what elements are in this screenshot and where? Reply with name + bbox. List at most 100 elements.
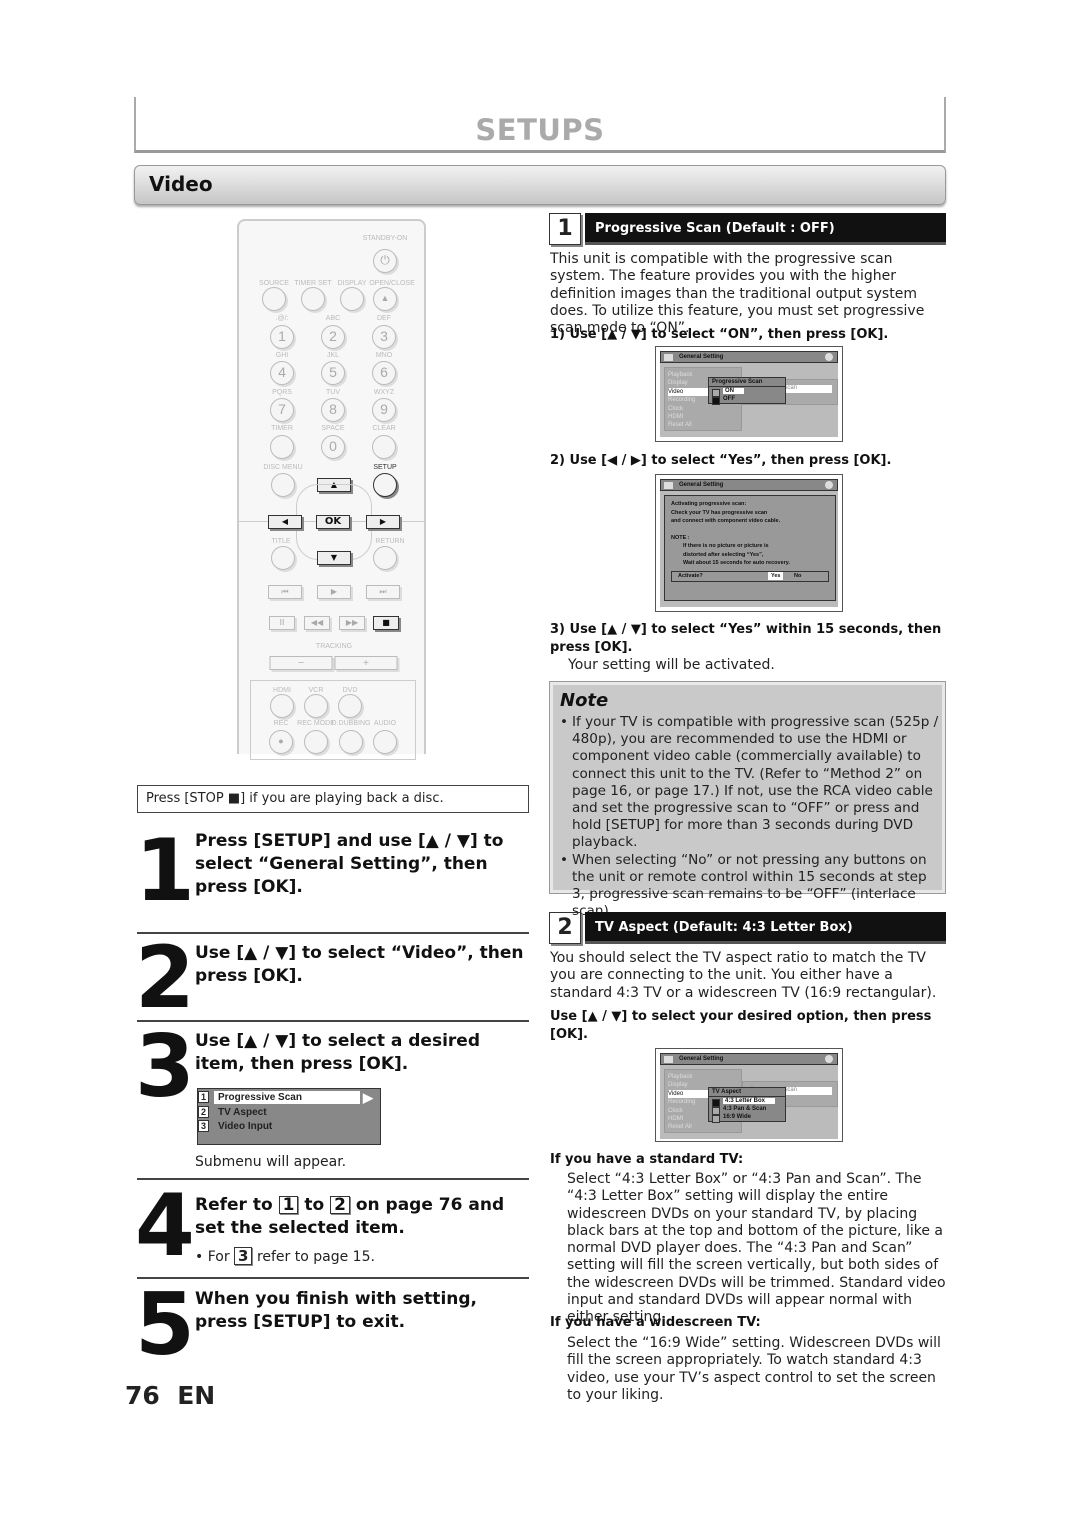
remote-label: SOURCE bbox=[259, 280, 289, 287]
submenu-title: Progressive Scan bbox=[709, 378, 785, 387]
yes-option: Yes bbox=[768, 571, 784, 580]
osd-screen-activate: General Setting Activating progressive s… bbox=[655, 474, 843, 612]
remote-label: REC bbox=[273, 720, 289, 727]
skip-back-icon: ⏮ bbox=[268, 585, 302, 599]
remote-label: CLEAR bbox=[372, 425, 396, 432]
tracking-plus: + bbox=[334, 656, 398, 670]
step-text: When you finish with setting, press [SET… bbox=[195, 1289, 477, 1332]
option-panscan: 4:3 Pan & Scan bbox=[723, 1106, 767, 1112]
digit-button: 9 bbox=[372, 398, 396, 422]
rewind-icon: ◀◀ bbox=[304, 616, 330, 630]
submenu-item: Video Input bbox=[218, 1121, 273, 1132]
section-intro: This unit is compatible with the progres… bbox=[550, 251, 925, 337]
step-number: 3 bbox=[135, 1017, 195, 1117]
osd-screen-tv-aspect: General Setting Playback Display Video Reco… bbox=[655, 1048, 843, 1142]
option-wide: 16:9 Wide bbox=[723, 1114, 751, 1120]
disc-menu-button bbox=[271, 473, 295, 497]
remote-label: RETURN bbox=[375, 538, 405, 545]
remote-label: DEF bbox=[377, 315, 391, 322]
menu-item: Reset All bbox=[668, 1124, 692, 1131]
remote-label: JKL bbox=[326, 352, 340, 359]
step-subnote-part: • For bbox=[195, 1249, 230, 1265]
option-on: ON bbox=[723, 388, 744, 394]
menu-item: HDMI bbox=[668, 414, 684, 421]
key-box: 3 bbox=[234, 1247, 253, 1265]
remote-label: D.DUBBING bbox=[331, 720, 371, 727]
submenu-title: TV Aspect bbox=[709, 1088, 785, 1097]
submenu-item: Progressive Scan bbox=[218, 1092, 302, 1103]
remote-label: DVD bbox=[342, 687, 358, 694]
clear-button bbox=[372, 435, 396, 459]
left-arrow-icon: ◀ bbox=[268, 515, 302, 529]
remote-label: OPEN/CLOSE bbox=[369, 280, 415, 287]
instruction-result: Your setting will be activated. bbox=[568, 657, 775, 673]
remote-label: REC MODE bbox=[297, 720, 335, 727]
fast-forward-icon: ▶▶ bbox=[339, 616, 365, 630]
section-heading: Progressive Scan (Default : OFF) bbox=[585, 213, 946, 245]
section-title: Video bbox=[149, 172, 213, 196]
subheading: If you have a widescreen TV: bbox=[550, 1315, 761, 1330]
section-intro: You should select the TV aspect ratio to… bbox=[550, 950, 937, 1001]
divider bbox=[137, 1020, 529, 1022]
digit-button: 7 bbox=[270, 398, 294, 422]
submenu-item: TV Aspect bbox=[218, 1107, 267, 1118]
stop-note-box: Press [STOP ■] if you are playing back a… bbox=[137, 785, 529, 813]
instruction: Use [▲ / ▼] to select your desired optio… bbox=[550, 1009, 932, 1042]
section-number: 2 bbox=[549, 912, 581, 944]
remote-label: STANDBY-ON bbox=[362, 235, 408, 242]
step-subnote-part: refer to page 15. bbox=[256, 1249, 375, 1265]
remote-button bbox=[262, 287, 286, 311]
remote-label: DISC MENU bbox=[263, 464, 303, 471]
remote-label: AUDIO bbox=[373, 720, 397, 727]
remote-label: GHI bbox=[275, 352, 289, 359]
step-subnote: • For 3 refer to page 15. bbox=[195, 1247, 375, 1265]
rec-mode-button bbox=[304, 730, 328, 754]
remote-label: TIMER bbox=[271, 425, 293, 432]
remote-label: SETUP bbox=[373, 464, 397, 471]
dialog-note-label: NOTE : bbox=[671, 534, 690, 541]
play-icon: ▶ bbox=[317, 585, 351, 599]
step-text: Use [▲ / ▼] to select “Video”, then pres… bbox=[195, 943, 524, 986]
step-text: Refer to 1 to 2 on page 76 and set the s… bbox=[195, 1194, 525, 1240]
subheading: If you have a standard TV: bbox=[550, 1152, 744, 1167]
remote-button bbox=[340, 287, 364, 311]
dialog-text: Activating progressive scan: bbox=[671, 501, 747, 507]
dialog-text: Check your TV has progressive scan bbox=[671, 509, 768, 516]
dialog-text: and connect with component video cable. bbox=[671, 518, 781, 524]
digit-button: 3 bbox=[372, 325, 396, 349]
dialog-question: Activate? bbox=[678, 572, 703, 579]
submenu-number: 2 bbox=[198, 1106, 209, 1118]
note-item: When selecting “No” or not pressing any … bbox=[560, 852, 940, 921]
key-box: 1 bbox=[278, 1196, 299, 1214]
remote-label: ABC bbox=[325, 315, 341, 322]
digit-button: 4 bbox=[270, 361, 294, 385]
remote-label: MNO bbox=[375, 352, 393, 359]
menu-item: Reset All bbox=[668, 422, 692, 429]
option-off: OFF bbox=[723, 396, 735, 402]
dvd-button bbox=[338, 694, 362, 718]
remote-label: TIMER SET bbox=[294, 280, 332, 287]
divider bbox=[137, 1178, 529, 1180]
step-number: 5 bbox=[135, 1275, 195, 1375]
vcr-button bbox=[304, 694, 328, 718]
page-title: SETUPS bbox=[475, 113, 605, 147]
step-number: 4 bbox=[135, 1176, 195, 1276]
eject-icon: ▲ bbox=[373, 287, 397, 311]
screen-title: General Setting bbox=[660, 1053, 838, 1065]
note-box: Note If your TV is compatible with progr… bbox=[549, 681, 946, 919]
instruction: 2) Use [◀ / ▶] to select “Yes”, then pre… bbox=[550, 453, 892, 468]
skip-forward-icon: ⏭ bbox=[366, 585, 400, 599]
dialog-text: Wait about 15 seconds for auto recovery. bbox=[683, 560, 790, 566]
digit-button: 5 bbox=[321, 361, 345, 385]
remote-label: TUV bbox=[326, 389, 340, 396]
remote-label: TRACKING bbox=[315, 643, 353, 650]
digit-button: 2 bbox=[321, 325, 345, 349]
step-text-part: Refer to bbox=[195, 1195, 273, 1215]
remote-label: SPACE bbox=[321, 425, 345, 432]
stop-icon: ■ bbox=[373, 616, 399, 630]
page-header: SETUPS bbox=[134, 97, 946, 153]
remote-label: PQRS bbox=[272, 389, 292, 396]
instruction: 3) Use [▲ / ▼] to select “Yes” within 15… bbox=[550, 622, 942, 655]
submenu-number: 1 bbox=[198, 1091, 209, 1103]
tracking-minus: − bbox=[269, 656, 333, 670]
